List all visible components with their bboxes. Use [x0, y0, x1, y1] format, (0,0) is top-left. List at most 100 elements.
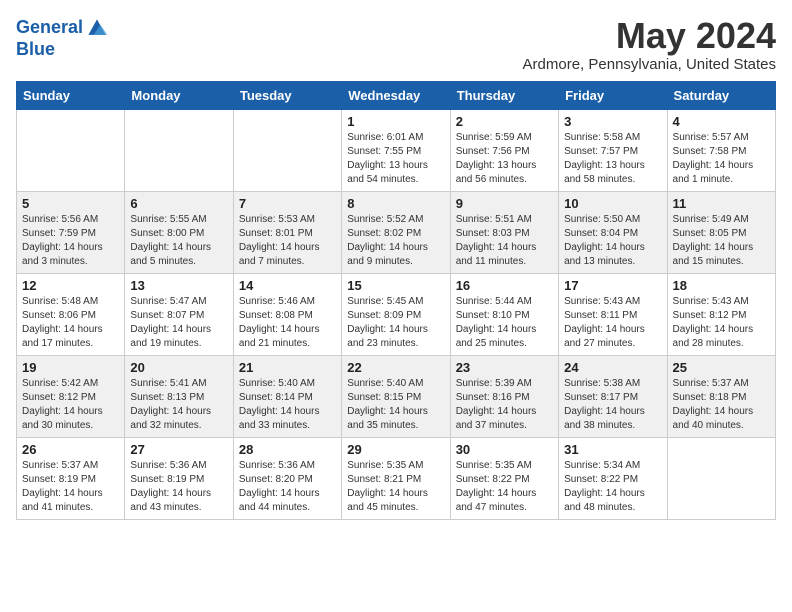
cell-day-number: 12 — [22, 278, 119, 293]
cell-day-number: 4 — [673, 114, 770, 129]
calendar-cell: 30 Sunrise: 5:35 AM Sunset: 8:22 PM Dayli… — [450, 437, 558, 519]
calendar-cell: 7 Sunrise: 5:53 AM Sunset: 8:01 PM Daylig… — [233, 191, 341, 273]
cell-sun-info: Sunrise: 6:01 AM Sunset: 7:55 PM Dayligh… — [347, 131, 444, 187]
cell-day-number: 14 — [239, 278, 336, 293]
cell-sun-info: Sunrise: 5:43 AM Sunset: 8:12 PM Dayligh… — [673, 295, 770, 351]
cell-sun-info: Sunrise: 5:36 AM Sunset: 8:19 PM Dayligh… — [130, 459, 227, 515]
calendar-cell: 9 Sunrise: 5:51 AM Sunset: 8:03 PM Daylig… — [450, 191, 558, 273]
cell-sun-info: Sunrise: 5:35 AM Sunset: 8:21 PM Dayligh… — [347, 459, 444, 515]
cell-sun-info: Sunrise: 5:40 AM Sunset: 8:14 PM Dayligh… — [239, 377, 336, 433]
calendar-cell: 8 Sunrise: 5:52 AM Sunset: 8:02 PM Daylig… — [342, 191, 450, 273]
calendar-week-row: 1Sunrise: 6:01 AM Sunset: 7:55 PM Daylig… — [17, 109, 776, 191]
cell-day-number: 3 — [564, 114, 661, 129]
day-header-friday: Friday — [559, 81, 667, 109]
cell-day-number: 10 — [564, 196, 661, 211]
cell-day-number: 20 — [130, 360, 227, 375]
calendar-week-row: 5 Sunrise: 5:56 AM Sunset: 7:59 PM Daylig… — [17, 191, 776, 273]
cell-sun-info: Sunrise: 5:36 AM Sunset: 8:20 PM Dayligh… — [239, 459, 336, 515]
cell-day-number: 11 — [673, 196, 770, 211]
calendar-cell: 15 Sunrise: 5:45 AM Sunset: 8:09 PM Dayli… — [342, 273, 450, 355]
calendar-cell: 25 Sunrise: 5:37 AM Sunset: 8:18 PM Dayli… — [667, 355, 775, 437]
cell-sun-info: Sunrise: 5:52 AM Sunset: 8:02 PM Dayligh… — [347, 213, 444, 269]
cell-sun-info: Sunrise: 5:44 AM Sunset: 8:10 PM Dayligh… — [456, 295, 553, 351]
calendar-cell: 24 Sunrise: 5:38 AM Sunset: 8:17 PM Dayli… — [559, 355, 667, 437]
calendar-cell: 16 Sunrise: 5:44 AM Sunset: 8:10 PM Dayli… — [450, 273, 558, 355]
cell-sun-info: Sunrise: 5:47 AM Sunset: 8:07 PM Dayligh… — [130, 295, 227, 351]
day-header-wednesday: Wednesday — [342, 81, 450, 109]
cell-day-number: 16 — [456, 278, 553, 293]
calendar-cell: 6 Sunrise: 5:55 AM Sunset: 8:00 PM Daylig… — [125, 191, 233, 273]
cell-sun-info: Sunrise: 5:41 AM Sunset: 8:13 PM Dayligh… — [130, 377, 227, 433]
calendar-cell: 17 Sunrise: 5:43 AM Sunset: 8:11 PM Dayli… — [559, 273, 667, 355]
cell-sun-info: Sunrise: 5:49 AM Sunset: 8:05 PM Dayligh… — [673, 213, 770, 269]
cell-day-number: 31 — [564, 442, 661, 457]
calendar-week-row: 26Sunrise: 5:37 AM Sunset: 8:19 PM Dayli… — [17, 437, 776, 519]
cell-sun-info: Sunrise: 5:57 AM Sunset: 7:58 PM Dayligh… — [673, 131, 770, 187]
calendar-cell: 28 Sunrise: 5:36 AM Sunset: 8:20 PM Dayli… — [233, 437, 341, 519]
calendar-table: SundayMondayTuesdayWednesdayThursdayFrid… — [16, 81, 776, 520]
page-header: General Blue May 2024 Ardmore, Pennsylva… — [16, 16, 776, 73]
cell-sun-info: Sunrise: 5:55 AM Sunset: 8:00 PM Dayligh… — [130, 213, 227, 269]
month-title: May 2024 — [523, 16, 776, 56]
calendar-cell: 21 Sunrise: 5:40 AM Sunset: 8:14 PM Dayli… — [233, 355, 341, 437]
cell-day-number: 2 — [456, 114, 553, 129]
cell-day-number: 17 — [564, 278, 661, 293]
cell-day-number: 9 — [456, 196, 553, 211]
cell-day-number: 28 — [239, 442, 336, 457]
cell-sun-info: Sunrise: 5:43 AM Sunset: 8:11 PM Dayligh… — [564, 295, 661, 351]
logo-text-blue: Blue — [16, 40, 109, 60]
logo: General Blue — [16, 16, 109, 60]
cell-sun-info: Sunrise: 5:58 AM Sunset: 7:57 PM Dayligh… — [564, 131, 661, 187]
calendar-cell: 2Sunrise: 5:59 AM Sunset: 7:56 PM Daylig… — [450, 109, 558, 191]
location: Ardmore, Pennsylvania, United States — [523, 56, 776, 73]
day-header-saturday: Saturday — [667, 81, 775, 109]
cell-day-number: 6 — [130, 196, 227, 211]
calendar-cell: 10Sunrise: 5:50 AM Sunset: 8:04 PM Dayli… — [559, 191, 667, 273]
cell-sun-info: Sunrise: 5:38 AM Sunset: 8:17 PM Dayligh… — [564, 377, 661, 433]
cell-sun-info: Sunrise: 5:46 AM Sunset: 8:08 PM Dayligh… — [239, 295, 336, 351]
calendar-cell: 3 Sunrise: 5:58 AM Sunset: 7:57 PM Daylig… — [559, 109, 667, 191]
calendar-cell: 23Sunrise: 5:39 AM Sunset: 8:16 PM Dayli… — [450, 355, 558, 437]
calendar-cell: 14 Sunrise: 5:46 AM Sunset: 8:08 PM Dayli… — [233, 273, 341, 355]
day-header-tuesday: Tuesday — [233, 81, 341, 109]
calendar-cell — [125, 109, 233, 191]
cell-day-number: 8 — [347, 196, 444, 211]
cell-sun-info: Sunrise: 5:51 AM Sunset: 8:03 PM Dayligh… — [456, 213, 553, 269]
cell-sun-info: Sunrise: 5:56 AM Sunset: 7:59 PM Dayligh… — [22, 213, 119, 269]
cell-sun-info: Sunrise: 5:45 AM Sunset: 8:09 PM Dayligh… — [347, 295, 444, 351]
cell-day-number: 18 — [673, 278, 770, 293]
cell-sun-info: Sunrise: 5:42 AM Sunset: 8:12 PM Dayligh… — [22, 377, 119, 433]
calendar-cell — [233, 109, 341, 191]
cell-sun-info: Sunrise: 5:37 AM Sunset: 8:18 PM Dayligh… — [673, 377, 770, 433]
day-header-sunday: Sunday — [17, 81, 125, 109]
cell-day-number: 5 — [22, 196, 119, 211]
logo-icon — [85, 16, 109, 40]
calendar-cell: 22 Sunrise: 5:40 AM Sunset: 8:15 PM Dayli… — [342, 355, 450, 437]
cell-day-number: 24 — [564, 360, 661, 375]
cell-sun-info: Sunrise: 5:40 AM Sunset: 8:15 PM Dayligh… — [347, 377, 444, 433]
cell-day-number: 7 — [239, 196, 336, 211]
calendar-cell: 11 Sunrise: 5:49 AM Sunset: 8:05 PM Dayli… — [667, 191, 775, 273]
logo-text: General — [16, 18, 83, 38]
calendar-cell: 29 Sunrise: 5:35 AM Sunset: 8:21 PM Dayli… — [342, 437, 450, 519]
cell-sun-info: Sunrise: 5:39 AM Sunset: 8:16 PM Dayligh… — [456, 377, 553, 433]
cell-day-number: 22 — [347, 360, 444, 375]
calendar-cell: 27Sunrise: 5:36 AM Sunset: 8:19 PM Dayli… — [125, 437, 233, 519]
cell-day-number: 25 — [673, 360, 770, 375]
calendar-header-row: SundayMondayTuesdayWednesdayThursdayFrid… — [17, 81, 776, 109]
calendar-cell: 12Sunrise: 5:48 AM Sunset: 8:06 PM Dayli… — [17, 273, 125, 355]
day-header-thursday: Thursday — [450, 81, 558, 109]
cell-day-number: 19 — [22, 360, 119, 375]
calendar-cell: 18 Sunrise: 5:43 AM Sunset: 8:12 PM Dayli… — [667, 273, 775, 355]
calendar-week-row: 12Sunrise: 5:48 AM Sunset: 8:06 PM Dayli… — [17, 273, 776, 355]
cell-day-number: 30 — [456, 442, 553, 457]
title-block: May 2024 Ardmore, Pennsylvania, United S… — [523, 16, 776, 73]
cell-day-number: 15 — [347, 278, 444, 293]
day-header-monday: Monday — [125, 81, 233, 109]
cell-day-number: 21 — [239, 360, 336, 375]
cell-sun-info: Sunrise: 5:35 AM Sunset: 8:22 PM Dayligh… — [456, 459, 553, 515]
cell-day-number: 29 — [347, 442, 444, 457]
calendar-cell: 19 Sunrise: 5:42 AM Sunset: 8:12 PM Dayli… — [17, 355, 125, 437]
calendar-cell — [667, 437, 775, 519]
cell-sun-info: Sunrise: 5:53 AM Sunset: 8:01 PM Dayligh… — [239, 213, 336, 269]
